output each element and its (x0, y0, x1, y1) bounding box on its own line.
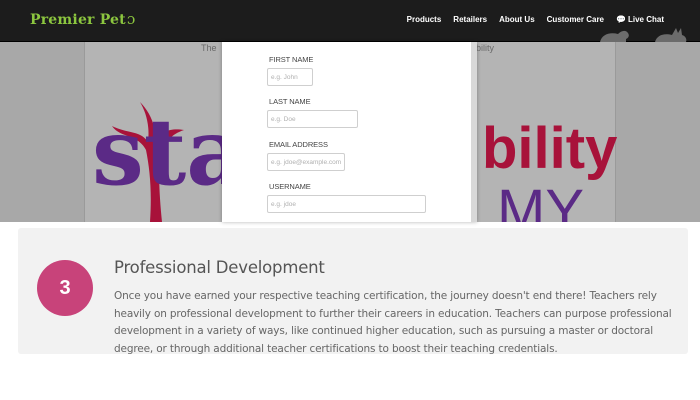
logo-right-text: bility (482, 116, 617, 181)
step-description: Once you have earned your respective tea… (114, 290, 672, 355)
username-label: USERNAME (269, 182, 311, 191)
pet-silhouettes-icon (600, 28, 687, 42)
step-number-badge: 3 (37, 260, 93, 316)
last-name-field[interactable] (267, 110, 358, 128)
nav-customer-care[interactable]: Customer Care (547, 15, 604, 24)
first-name-label: FIRST NAME (269, 55, 314, 64)
nav-live-chat[interactable]: 💬 Live Chat (616, 15, 664, 24)
signup-modal: FIRST NAME LAST NAME EMAIL ADDRESS USERN… (222, 42, 477, 222)
nav-live-chat-label: Live Chat (627, 15, 664, 24)
username-field[interactable] (267, 195, 426, 213)
chat-bubble-icon: 💬 (616, 15, 626, 24)
email-field[interactable] (267, 153, 345, 171)
nav-about-us[interactable]: About Us (499, 15, 535, 24)
top-nav-bar: Premier Petɔ Products Retailers About Us… (0, 0, 700, 42)
first-name-field[interactable] (267, 68, 313, 86)
email-address-label: EMAIL ADDRESS (269, 140, 328, 149)
main-nav: Products Retailers About Us Customer Car… (407, 15, 664, 24)
step-title: Professional Development (114, 258, 325, 277)
brand-name: Premier Pet (30, 12, 126, 28)
logo-right-sub: MY (497, 178, 584, 222)
brand-logo[interactable]: Premier Petɔ (30, 10, 135, 28)
brand-swoosh-icon: ɔ (126, 10, 136, 28)
nav-products[interactable]: Products (407, 15, 442, 24)
nav-retailers[interactable]: Retailers (453, 15, 487, 24)
last-name-label: LAST NAME (269, 97, 311, 106)
